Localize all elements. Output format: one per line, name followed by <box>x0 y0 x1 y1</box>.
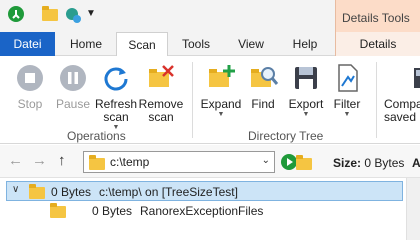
vertical-scrollbar[interactable] <box>406 178 420 240</box>
tab-details[interactable]: Details <box>335 32 420 56</box>
group-separator <box>376 62 377 138</box>
globe-refresh-icon[interactable] <box>64 6 82 24</box>
path-folder-icon <box>89 155 105 170</box>
title-bar: ▼ Details Tools <box>0 0 420 32</box>
tab-scan[interactable]: Scan <box>116 32 168 57</box>
filter-dropdown-icon: ▼ <box>343 111 351 118</box>
compare-label-line2: saved <box>384 110 417 124</box>
size-info: Size: 0 Bytes <box>333 156 404 170</box>
expand-label: Expand <box>200 97 242 111</box>
export-button[interactable]: Export ▼ <box>284 56 328 119</box>
tree-row-name: RanorexExceptionFiles <box>140 204 264 218</box>
ribbon-tabs: Datei Home Scan Tools View Help Details <box>0 32 420 57</box>
stop-label: Stop <box>17 97 43 111</box>
pause-icon <box>57 62 89 94</box>
up-arrow-icon[interactable]: ↑ <box>58 153 66 169</box>
size-label: Size: <box>333 156 362 170</box>
tab-tools[interactable]: Tools <box>170 32 222 56</box>
size-value: 0 Bytes <box>364 156 405 170</box>
path-combobox[interactable]: c:\temp ⌄ <box>83 151 275 173</box>
context-tab-header: Details Tools <box>335 0 420 32</box>
find-folder-icon <box>247 62 279 94</box>
tree-row-size: 0 Bytes <box>92 204 133 218</box>
compare-saved-button[interactable]: Compa saved <box>384 56 420 124</box>
back-arrow-icon[interactable]: ← <box>8 153 23 169</box>
group-label-operations: Operations <box>67 129 126 143</box>
find-label: Find <box>251 97 275 111</box>
remove-scan-button[interactable]: Remove scan <box>138 56 184 124</box>
size-folder-icon <box>296 155 312 170</box>
tab-view[interactable]: View <box>226 32 276 56</box>
tab-file[interactable]: Datei <box>0 32 55 56</box>
tree-row-name: c:\temp\ on [TreeSizeTest] <box>99 185 238 199</box>
stop-icon <box>14 62 46 94</box>
folder-icon <box>29 184 45 199</box>
group-separator <box>192 62 193 138</box>
path-input[interactable]: c:\temp <box>110 155 149 169</box>
expand-folder-icon <box>205 62 237 94</box>
expand-button[interactable]: Expand ▼ <box>200 56 242 119</box>
chevron-down-icon[interactable]: ⌄ <box>262 155 270 166</box>
stop-button[interactable]: Stop <box>8 56 52 111</box>
tree-row-size: 0 Bytes <box>51 185 92 199</box>
folder-icon <box>50 203 66 218</box>
export-dropdown-icon: ▼ <box>302 111 310 118</box>
filter-label: Filter <box>333 97 361 111</box>
remove-scan-label-line2: scan <box>148 110 174 124</box>
expand-dropdown-icon: ▼ <box>217 111 225 118</box>
tab-home[interactable]: Home <box>60 32 112 56</box>
export-label: Export <box>288 97 324 111</box>
filter-document-icon <box>331 62 363 94</box>
refresh-scan-button[interactable]: Refresh scan ▼ <box>94 56 138 132</box>
go-button-icon[interactable] <box>281 154 297 170</box>
collapse-chevron-icon[interactable]: ∨ <box>12 184 19 195</box>
pause-button[interactable]: Pause <box>52 56 94 111</box>
save-disk-icon <box>290 62 322 94</box>
find-button[interactable]: Find <box>244 56 282 111</box>
treesize-logo-icon <box>8 6 24 22</box>
filter-button[interactable]: Filter ▼ <box>328 56 366 119</box>
group-label-directory-tree: Directory Tree <box>248 129 324 143</box>
ribbon-panel: Stop Pause Refresh scan ▼ Remove scan Op… <box>0 56 420 144</box>
compare-icon <box>412 62 420 94</box>
pause-label: Pause <box>55 97 91 111</box>
tab-help[interactable]: Help <box>280 32 330 56</box>
tree-row[interactable]: ∨ 0 Bytes c:\temp\ on [TreeSizeTest] <box>6 181 403 201</box>
qat-dropdown-icon[interactable]: ▼ <box>86 8 96 19</box>
remove-folder-icon <box>145 62 177 94</box>
tree-row[interactable]: 0 Bytes RanorexExceptionFiles <box>6 201 386 221</box>
clipped-label: A <box>412 156 420 170</box>
refresh-icon <box>100 62 132 94</box>
directory-tree: ∨ 0 Bytes c:\temp\ on [TreeSizeTest] 0 B… <box>0 178 420 240</box>
forward-arrow-icon[interactable]: → <box>32 153 47 169</box>
refresh-scan-label-line2: scan <box>103 110 129 124</box>
context-header-label: Details Tools <box>342 11 410 25</box>
address-bar: ← → ↑ c:\temp ⌄ Size: 0 Bytes A <box>0 145 420 178</box>
